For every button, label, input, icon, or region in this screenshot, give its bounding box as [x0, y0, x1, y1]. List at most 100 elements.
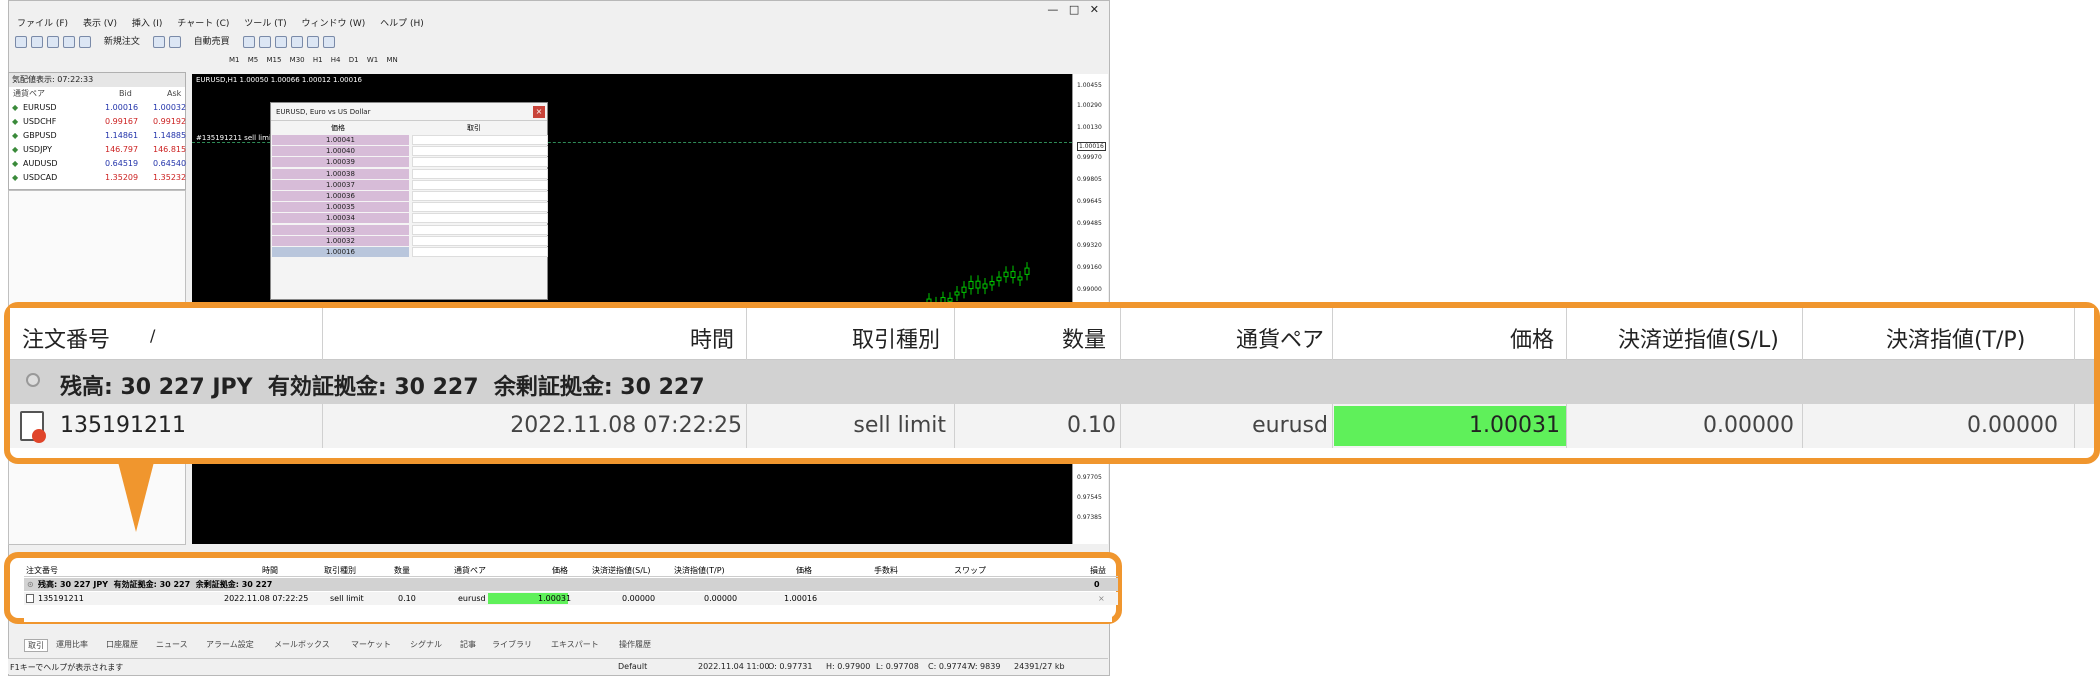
menu-file[interactable]: ファイル (F) [17, 19, 68, 29]
zoom-col-tp[interactable]: 決済指値(T/P) [1886, 322, 2025, 354]
dom-trade-cell[interactable] [412, 246, 548, 257]
menu-view[interactable]: 表示 (V) [83, 19, 117, 29]
lock-icon[interactable] [168, 36, 181, 48]
menu-chart[interactable]: チャート (C) [177, 19, 229, 29]
term-col-price[interactable]: 価格 [552, 564, 568, 577]
dom-row[interactable]: 1.00016 [271, 246, 548, 258]
zoom-col-type[interactable]: 取引種別 [852, 322, 940, 354]
col-pair: 通貨ペア [13, 89, 45, 98]
terminal-order-row[interactable]: 135191211 2022.11.08 07:22:25 sell limit… [24, 592, 1118, 605]
close-icon[interactable]: × [533, 106, 545, 118]
term-col-sl[interactable]: 決済逆指値(S/L) [592, 564, 650, 577]
terminal-summary-text: 残高: 30 227 JPY 有効証拠金: 30 227 余剰証拠金: 30 2… [38, 580, 273, 589]
market-row[interactable]: ◆ USDJPY 146.797 146.815 [9, 143, 186, 157]
term-col-pl[interactable]: 損益 [1090, 564, 1106, 577]
dom-trade-cell[interactable] [412, 190, 548, 201]
candle-chart-icon[interactable] [258, 36, 271, 48]
tf-m1[interactable]: M1 [229, 56, 240, 64]
dom-row[interactable]: 1.00036 [271, 190, 548, 202]
dom-row[interactable]: 1.00032 [271, 235, 548, 247]
auto-trade-button[interactable]: 自動売買 [194, 37, 230, 47]
market-row[interactable]: ◆ EURUSD 1.00016 1.00032 [9, 101, 186, 115]
zoom-col-pair[interactable]: 通貨ペア [1236, 322, 1324, 354]
term-col-swap[interactable]: スワップ [954, 564, 986, 577]
dom-row[interactable]: 1.00039 [271, 157, 548, 168]
term-col-time[interactable]: 時間 [262, 564, 278, 577]
tab-0[interactable]: 取引 [24, 639, 48, 652]
new-chart-icon[interactable] [15, 36, 27, 48]
profiles-icon[interactable] [31, 36, 43, 48]
dom-row[interactable]: 1.00033 [271, 224, 548, 236]
market-row[interactable]: ◆ USDCHF 0.99167 0.99192 [9, 115, 186, 129]
tab-6[interactable]: マーケット [351, 639, 391, 650]
market-row[interactable]: ◆ AUDUSD 0.64519 0.64540 [9, 157, 186, 171]
tf-m5[interactable]: M5 [248, 56, 259, 64]
tab-4[interactable]: アラーム設定 [206, 639, 254, 650]
zoom-in-icon[interactable] [290, 36, 303, 48]
dom-trade-cell[interactable] [412, 224, 548, 235]
dom-row[interactable]: 1.00040 [271, 146, 548, 157]
navigator-icon[interactable] [63, 36, 75, 48]
term-col-pair[interactable]: 通貨ペア [454, 564, 486, 577]
dom-trade-cell[interactable] [412, 179, 548, 190]
tf-h4[interactable]: H4 [331, 56, 341, 64]
tf-m15[interactable]: M15 [266, 56, 281, 64]
term-col-current-price[interactable]: 価格 [796, 564, 812, 577]
tf-h1[interactable]: H1 [313, 56, 323, 64]
tab-8[interactable]: 記事 [460, 639, 476, 650]
dom-trade-cell[interactable] [412, 168, 548, 179]
dom-trade-cell[interactable] [412, 135, 548, 145]
term-col-volume[interactable]: 数量 [394, 564, 410, 577]
dom-row[interactable]: 1.00041 [271, 135, 548, 146]
market-row[interactable]: ◆ USDCAD 1.35209 1.35232 [9, 171, 186, 185]
tab-5[interactable]: メールボックス [274, 639, 330, 650]
zoom-out-icon[interactable] [306, 36, 319, 48]
dom-trade-cell[interactable] [412, 157, 548, 168]
terminal-icon[interactable] [79, 36, 91, 48]
zoom-col-order-no[interactable]: 注文番号 [22, 322, 110, 354]
dom-trade-cell[interactable] [412, 235, 548, 246]
tab-7[interactable]: シグナル [410, 639, 442, 650]
zoom-col-volume[interactable]: 数量 [1062, 322, 1106, 354]
tf-mn[interactable]: MN [386, 56, 397, 64]
term-col-tp[interactable]: 決済指値(T/P) [674, 564, 725, 577]
menu-help[interactable]: ヘルプ (H) [380, 19, 424, 29]
term-col-order-no[interactable]: 注文番号 [26, 564, 58, 577]
dom-row[interactable]: 1.00037 [271, 179, 548, 191]
menu-window[interactable]: ウィンドウ (W) [302, 19, 366, 29]
dom-price: 1.00037 [272, 179, 409, 190]
zoom-order-row[interactable]: 135191211 2022.11.08 07:22:25 sell limit… [10, 404, 2094, 448]
zoom-col-price[interactable]: 価格 [1510, 322, 1554, 354]
menu-tools[interactable]: ツール (T) [244, 19, 286, 29]
bar-chart-icon[interactable] [242, 36, 255, 48]
dom-trade-cell[interactable] [412, 202, 548, 213]
dom-trade-cell[interactable] [412, 146, 548, 157]
tab-2[interactable]: 口座履歴 [106, 639, 138, 650]
dom-trade-cell[interactable] [412, 213, 548, 224]
tab-10[interactable]: エキスパート [551, 639, 599, 650]
tab-11[interactable]: 操作履歴 [619, 639, 651, 650]
tab-9[interactable]: ライブラリ [492, 639, 532, 650]
tf-m30[interactable]: M30 [290, 56, 305, 64]
dom-row[interactable]: 1.00038 [271, 168, 548, 180]
collapse-icon[interactable] [26, 373, 40, 387]
dom-row[interactable]: 1.00035 [271, 202, 548, 213]
tile-icon[interactable] [322, 36, 335, 48]
new-order-button[interactable]: 新規注文 [104, 37, 140, 47]
term-col-fee[interactable]: 手数料 [874, 564, 898, 577]
metaeditor-icon[interactable] [152, 36, 165, 48]
tf-w1[interactable]: W1 [367, 56, 378, 64]
zoom-col-time[interactable]: 時間 [690, 322, 734, 354]
tab-1[interactable]: 運用比率 [56, 639, 88, 650]
market-row[interactable]: ◆ GBPUSD 1.14861 1.14885 [9, 129, 186, 143]
close-order-icon[interactable]: × [1098, 592, 1105, 605]
zoom-col-sl[interactable]: 決済逆指値(S/L) [1618, 322, 1779, 354]
dom-row[interactable]: 1.00034 [271, 213, 548, 224]
tf-d1[interactable]: D1 [349, 56, 359, 64]
price-axis-label: 1.00130 [1077, 124, 1102, 131]
market-watch-icon[interactable] [47, 36, 59, 48]
term-col-type[interactable]: 取引種別 [324, 564, 356, 577]
line-chart-icon[interactable] [274, 36, 287, 48]
menu-insert[interactable]: 挿入 (I) [132, 19, 163, 29]
tab-3[interactable]: ニュース [156, 639, 188, 650]
